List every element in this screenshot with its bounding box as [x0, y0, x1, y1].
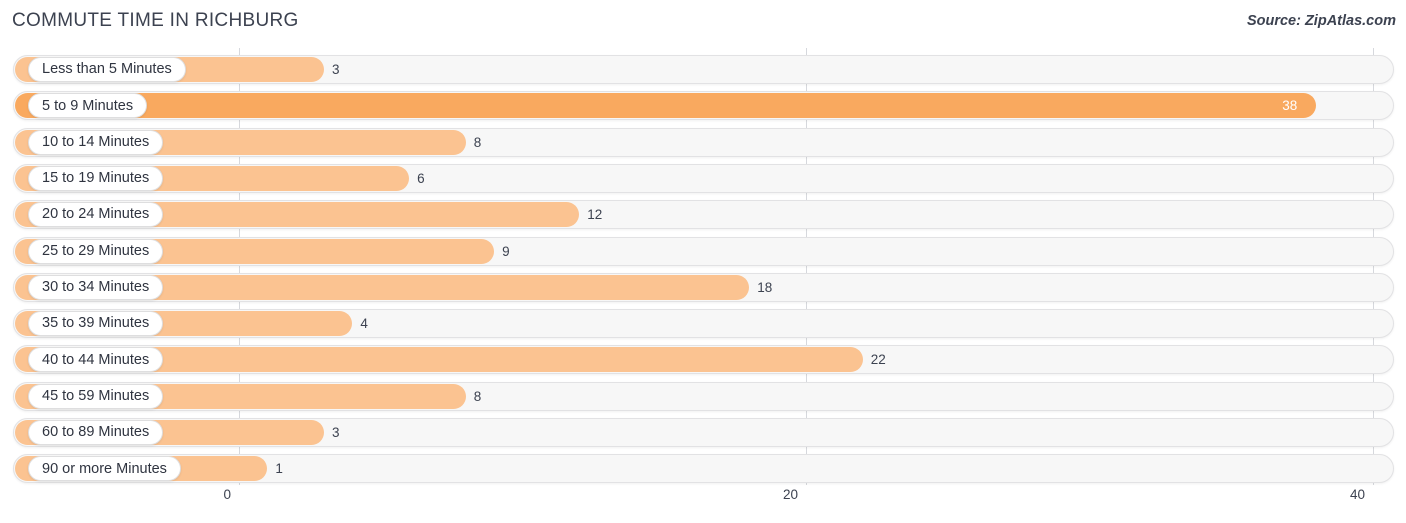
plot-area: Less than 5 Minutes 3 5 to 9 Minutes 38 10 t…: [0, 48, 1406, 485]
bar-label-pill: 45 to 59 Minutes: [28, 383, 164, 409]
x-tick-label-0: 0: [223, 487, 231, 502]
x-axis: 0 20 40: [0, 485, 1406, 523]
x-tick-label-40: 40: [1349, 487, 1365, 502]
table-row[interactable]: 5 to 9 Minutes 38: [13, 91, 1394, 121]
bar-label-text: Less than 5 Minutes: [42, 61, 172, 78]
bar-label-text: 60 to 89 Minutes: [42, 424, 150, 441]
table-row[interactable]: 30 to 34 Minutes 18: [13, 272, 1394, 302]
table-row[interactable]: 20 to 24 Minutes 12: [13, 200, 1394, 230]
bar-value-label: 9: [502, 243, 510, 259]
bar-value-label: 8: [473, 134, 482, 150]
bar-label-text: 35 to 39 Minutes: [42, 315, 150, 332]
bar-value-label: 4: [360, 316, 368, 332]
bar-value-label: 3: [332, 62, 340, 77]
bar-label-pill: 15 to 19 Minutes: [28, 165, 164, 191]
bar-2[interactable]: [15, 93, 1317, 119]
bar-label-pill: 30 to 34 Minutes: [28, 274, 164, 300]
x-tick-label-20: 20: [782, 487, 798, 502]
bar-label-text: 20 to 24 Minutes: [42, 206, 150, 223]
bar-label-pill: 5 to 9 Minutes: [28, 93, 148, 119]
source-attribution: Source: ZipAtlas.com: [1246, 13, 1396, 29]
table-row[interactable]: 15 to 19 Minutes 6: [13, 163, 1394, 193]
bar-label-pill: 20 to 24 Minutes: [28, 202, 164, 228]
bar-value-label: 3: [332, 425, 340, 440]
bar-label-text: 40 to 44 Minutes: [42, 351, 150, 368]
bar-label-pill: 25 to 29 Minutes: [28, 238, 164, 264]
table-row[interactable]: Less than 5 Minutes 3: [13, 55, 1394, 84]
table-row[interactable]: 45 to 59 Minutes 8: [13, 381, 1394, 411]
bar-label-text: 15 to 19 Minutes: [42, 170, 150, 187]
bar-value-label: 22: [870, 352, 886, 368]
bar-value-label: 38: [1282, 98, 1298, 114]
table-row[interactable]: 40 to 44 Minutes 22: [13, 345, 1394, 375]
bar-label-pill: 10 to 14 Minutes: [28, 129, 164, 155]
bar-label-text: 25 to 29 Minutes: [42, 242, 150, 259]
table-row[interactable]: 35 to 39 Minutes 4: [13, 309, 1394, 339]
bar-label-pill: 90 or more Minutes: [28, 456, 181, 482]
bar-label-pill: 35 to 39 Minutes: [28, 311, 164, 337]
bar-label-text: 10 to 14 Minutes: [42, 133, 150, 150]
table-row[interactable]: 25 to 29 Minutes 9: [13, 236, 1394, 266]
bar-label-text: 5 to 9 Minutes: [42, 97, 134, 114]
bar-label-pill: 40 to 44 Minutes: [28, 347, 164, 373]
bar-label-text: 45 to 59 Minutes: [42, 387, 150, 404]
table-row[interactable]: 60 to 89 Minutes 3: [13, 418, 1394, 447]
bar-label-text: 30 to 34 Minutes: [42, 279, 150, 296]
bar-value-label: 8: [473, 388, 482, 404]
bar-value-label: 6: [417, 170, 425, 186]
page-title: COMMUTE TIME IN RICHBURG: [12, 10, 299, 31]
bar-value-label: 12: [587, 207, 603, 223]
table-row[interactable]: 10 to 14 Minutes 8: [13, 127, 1394, 157]
bar-label-pill: Less than 5 Minutes: [28, 57, 186, 82]
bar-rows: Less than 5 Minutes 3 5 to 9 Minutes 38 10 t…: [0, 48, 1406, 485]
bar-label-text: 90 or more Minutes: [42, 460, 167, 477]
table-row[interactable]: 90 or more Minutes 1: [13, 454, 1394, 484]
chart-header: COMMUTE TIME IN RICHBURG Source: ZipAtla…: [0, 0, 1406, 46]
bar-value-label: 1: [275, 461, 283, 477]
bar-label-pill: 60 to 89 Minutes: [28, 420, 164, 445]
chart-container: COMMUTE TIME IN RICHBURG Source: ZipAtla…: [0, 0, 1406, 523]
bar-value-label: 18: [757, 279, 773, 295]
